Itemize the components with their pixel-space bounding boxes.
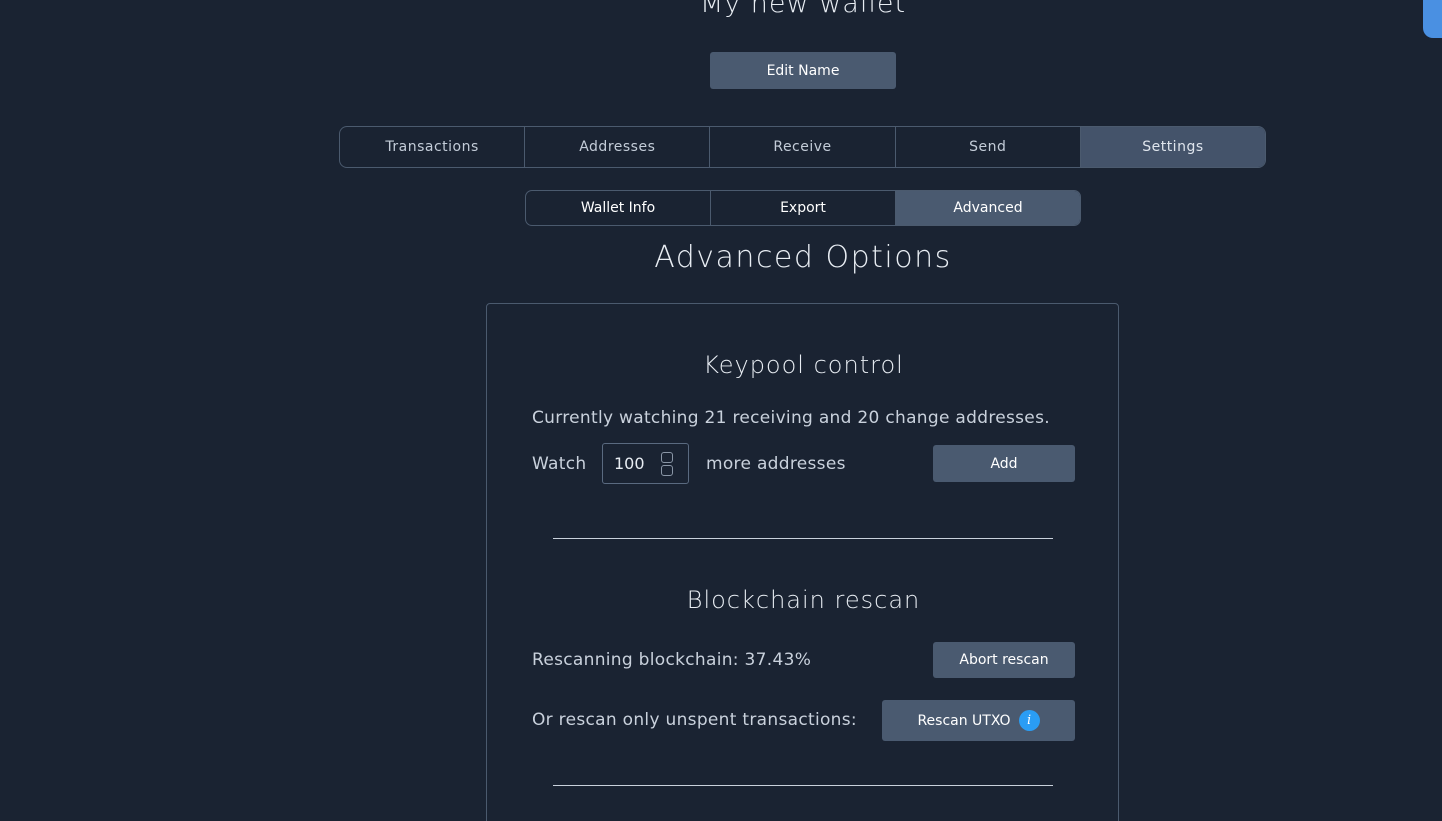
- rescan-utxo-button[interactable]: Rescan UTXO i: [882, 700, 1075, 741]
- rescan-utxo-label: Rescan UTXO: [917, 712, 1011, 729]
- info-icon[interactable]: i: [1018, 710, 1040, 731]
- wallet-settings-page: My new wallet Edit Name Transactions Add…: [0, 0, 1442, 821]
- edit-name-button[interactable]: Edit Name: [710, 52, 896, 89]
- tab-send[interactable]: Send: [896, 127, 1081, 167]
- section-divider: [553, 538, 1053, 539]
- tab-receive[interactable]: Receive: [710, 127, 896, 167]
- rescan-heading: Blockchain rescan: [686, 586, 921, 614]
- abort-rescan-button[interactable]: Abort rescan: [933, 642, 1075, 678]
- section-divider-bottom: [553, 785, 1053, 786]
- advanced-options-title: Advanced Options: [654, 240, 952, 275]
- subtab-advanced[interactable]: Advanced: [896, 191, 1080, 225]
- watch-count-value: 100: [614, 454, 645, 473]
- wallet-name-title: My new wallet: [699, 0, 907, 19]
- rescan-progress-text: Rescanning blockchain: 37.43%: [532, 650, 812, 670]
- watch-label: Watch: [532, 454, 587, 474]
- keypool-heading: Keypool control: [703, 351, 904, 379]
- stepper-up-icon[interactable]: [661, 452, 673, 463]
- advanced-options-panel: Keypool control Currently watching 21 re…: [486, 303, 1119, 821]
- subtab-export[interactable]: Export: [711, 191, 896, 225]
- subtab-wallet-info[interactable]: Wallet Info: [526, 191, 711, 225]
- utxo-rescan-text: Or rescan only unspent transactions:: [532, 710, 857, 730]
- more-addresses-label: more addresses: [706, 454, 846, 474]
- keypool-status-text: Currently watching 21 receiving and 20 c…: [532, 408, 1050, 428]
- watch-count-input[interactable]: 100: [602, 443, 689, 484]
- number-stepper[interactable]: [661, 452, 673, 476]
- tab-settings[interactable]: Settings: [1080, 127, 1265, 167]
- tab-addresses[interactable]: Addresses: [525, 127, 711, 167]
- tab-transactions[interactable]: Transactions: [340, 127, 526, 167]
- settings-sub-tabs: Wallet Info Export Advanced: [525, 190, 1081, 226]
- stepper-down-icon[interactable]: [661, 465, 673, 476]
- add-button[interactable]: Add: [933, 445, 1075, 482]
- main-tabs: Transactions Addresses Receive Send Sett…: [339, 126, 1266, 168]
